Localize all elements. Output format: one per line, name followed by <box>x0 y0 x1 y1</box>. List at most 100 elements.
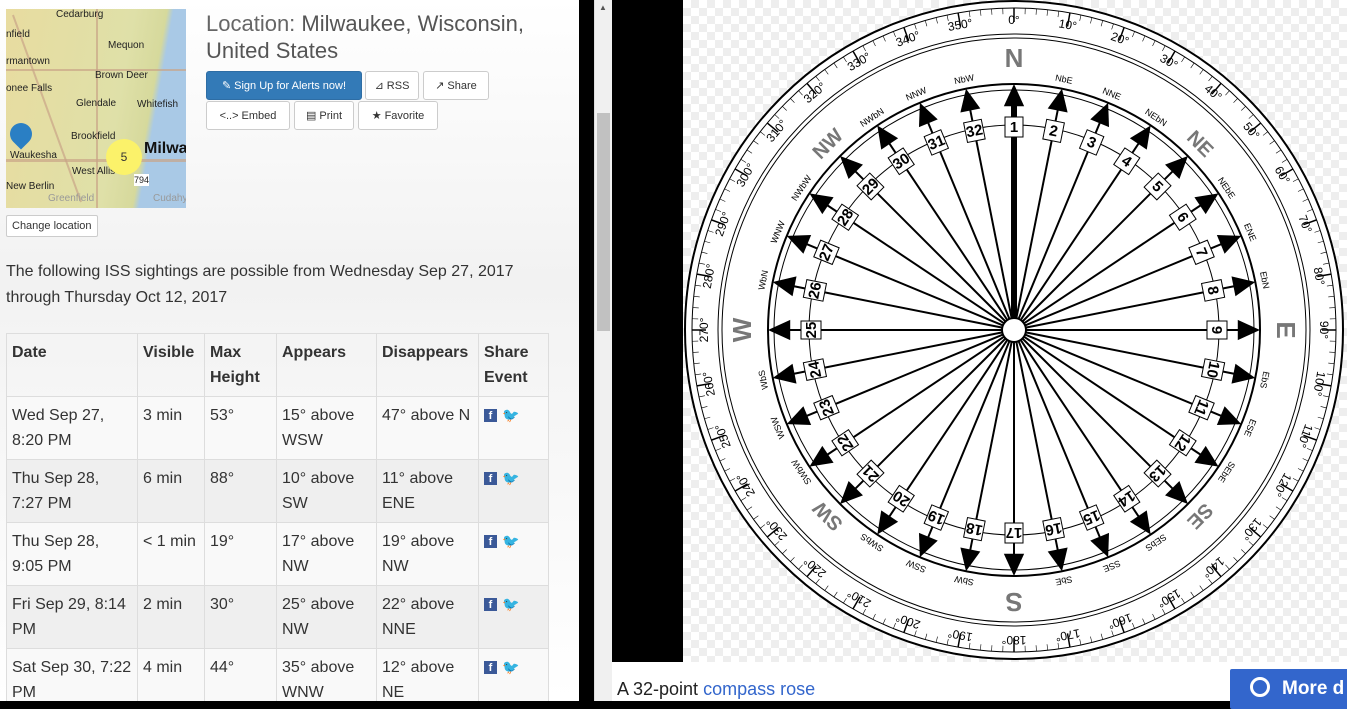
twitter-icon[interactable]: 🐦 <box>502 598 518 611</box>
map-town: Glendale <box>76 98 116 110</box>
map-town: Mequon <box>108 40 144 52</box>
twitter-icon[interactable]: 🐦 <box>502 661 518 674</box>
print-button[interactable]: ▤Print <box>294 101 354 130</box>
table-cell: 35° above WNW <box>277 649 377 702</box>
col-max-height: Max Height <box>205 334 277 397</box>
share-cell: f🐦 <box>479 460 549 523</box>
table-cell: 25° above NW <box>277 586 377 649</box>
title-prefix: Location: <box>206 11 295 36</box>
compass-rose-link[interactable]: compass rose <box>703 679 815 699</box>
table-cell: 2 min <box>138 586 205 649</box>
compass-center <box>1002 318 1026 342</box>
map-pin-icon[interactable] <box>6 118 37 149</box>
table-cell: 30° <box>205 586 277 649</box>
button-label: Sign Up for Alerts now! <box>234 80 346 92</box>
point-number: 10 <box>1203 360 1223 380</box>
location-map[interactable]: Cedarburg nfield Mequon rmantown Brown D… <box>6 9 186 208</box>
button-label: Share <box>447 80 476 92</box>
scroll-up-icon[interactable]: ▲ <box>599 3 607 12</box>
rss-button[interactable]: ⊿RSS <box>365 71 419 100</box>
share-button[interactable]: ↗Share <box>423 71 489 100</box>
commons-icon <box>1250 677 1270 697</box>
twitter-icon[interactable]: 🐦 <box>502 535 518 548</box>
embed-button[interactable]: <..>Embed <box>206 101 290 130</box>
button-label: More d <box>1282 678 1344 699</box>
degree-label: 90° <box>1317 321 1331 339</box>
map-town: New Berlin <box>6 181 54 193</box>
more-details-button[interactable]: More d <box>1230 669 1347 709</box>
table-cell: < 1 min <box>138 523 205 586</box>
compass-point-label: W <box>727 317 757 342</box>
table-cell: 17° above NW <box>277 523 377 586</box>
table-cell: Thu Sep 28, 7:27 PM <box>7 460 138 523</box>
favorite-button[interactable]: ★Favorite <box>358 101 438 130</box>
table-cell: Sat Sep 30, 7:22 PM <box>7 649 138 702</box>
facebook-icon[interactable]: f <box>484 661 497 674</box>
map-cluster-marker[interactable]: 5 <box>106 139 142 175</box>
iss-sightings-panel: Cedarburg nfield Mequon rmantown Brown D… <box>0 0 579 701</box>
compass-point-label: S <box>1005 587 1022 617</box>
sightings-intro: The following ISS sightings are possible… <box>6 259 546 311</box>
point-number: 18 <box>965 519 985 539</box>
twitter-icon[interactable]: 🐦 <box>502 472 518 485</box>
table-cell: 47° above N <box>377 397 479 460</box>
page-title: Location: Milwaukee, Wisconsin, United S… <box>206 10 576 64</box>
table-row: Fri Sep 29, 8:14 PM2 min30°25° above NW2… <box>7 586 549 649</box>
facebook-icon[interactable]: f <box>484 598 497 611</box>
map-town: Brookfield <box>71 131 115 143</box>
col-disappears: Disappears <box>377 334 479 397</box>
map-town: Waukesha <box>10 150 57 162</box>
point-number: 1 <box>1010 119 1018 136</box>
twitter-icon[interactable]: 🐦 <box>502 409 518 422</box>
sign-up-alerts-button[interactable]: ✎Sign Up for Alerts now! <box>206 71 362 100</box>
facebook-icon[interactable]: f <box>484 409 497 422</box>
star-icon: ★ <box>372 109 382 122</box>
button-label: Favorite <box>385 110 425 122</box>
sightings-table: Date Visible Max Height Appears Disappea… <box>6 333 549 701</box>
table-cell: 88° <box>205 460 277 523</box>
table-cell: 22° above NNE <box>377 586 479 649</box>
map-town: Cudahy <box>153 193 186 205</box>
point-number: 26 <box>805 281 825 301</box>
facebook-icon[interactable]: f <box>484 472 497 485</box>
table-row: Thu Sep 28, 9:05 PM< 1 min19°17° above N… <box>7 523 549 586</box>
table-row: Sat Sep 30, 7:22 PM4 min44°35° above WNW… <box>7 649 549 702</box>
table-cell: 15° above WSW <box>277 397 377 460</box>
share-cell: f🐦 <box>479 649 549 702</box>
table-cell: 44° <box>205 649 277 702</box>
point-number: 9 <box>1208 326 1225 334</box>
map-town: Brown Deer <box>95 70 148 82</box>
map-city-label: Milwa <box>144 140 186 158</box>
col-visible: Visible <box>138 334 205 397</box>
point-number: 16 <box>1044 519 1064 539</box>
table-cell: 3 min <box>138 397 205 460</box>
button-label: Print <box>319 110 342 122</box>
degree-label: 270° <box>697 317 711 342</box>
table-cell: 10° above SW <box>277 460 377 523</box>
table-cell: 19° above NW <box>377 523 479 586</box>
button-label: RSS <box>387 80 410 92</box>
caption-text: A 32-point <box>617 679 703 699</box>
col-share-event: Share Event <box>479 334 549 397</box>
point-number: 25 <box>803 322 820 339</box>
change-location-button[interactable]: Change location <box>6 215 98 237</box>
table-cell: Fri Sep 29, 8:14 PM <box>7 586 138 649</box>
highway-shield: 794 <box>134 174 149 186</box>
table-cell: 4 min <box>138 649 205 702</box>
share-cell: f🐦 <box>479 586 549 649</box>
table-cell: Thu Sep 28, 9:05 PM <box>7 523 138 586</box>
facebook-icon[interactable]: f <box>484 535 497 548</box>
table-row: Thu Sep 28, 7:27 PM6 min88°10° above SW1… <box>7 460 549 523</box>
table-cell: Wed Sep 27, 8:20 PM <box>7 397 138 460</box>
table-row: Wed Sep 27, 8:20 PM3 min53°15° above WSW… <box>7 397 549 460</box>
table-cell: 53° <box>205 397 277 460</box>
scrollbar[interactable]: ▲ <box>594 0 612 701</box>
compass-rose: 0°10°20°30°40°50°60°70°80°90°100°110°120… <box>683 0 1347 662</box>
map-town: rmantown <box>6 56 50 68</box>
scrollbar-thumb[interactable] <box>597 113 610 331</box>
compass-point-label: N <box>1005 43 1024 73</box>
edit-icon: ✎ <box>222 79 231 92</box>
button-label: Embed <box>242 110 277 122</box>
degree-label: 180° <box>1001 633 1026 647</box>
col-appears: Appears <box>277 334 377 397</box>
